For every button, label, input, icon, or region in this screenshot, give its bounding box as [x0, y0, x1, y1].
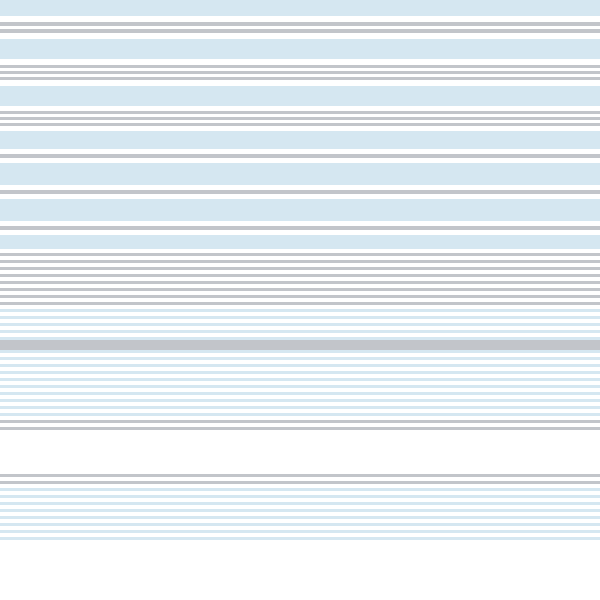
stripe — [0, 131, 600, 149]
stripe — [0, 430, 600, 474]
stripe — [0, 540, 600, 544]
stripe — [0, 39, 600, 59]
stripe — [0, 86, 600, 106]
stripe — [0, 340, 600, 350]
stripe — [0, 235, 600, 249]
stripe — [0, 163, 600, 185]
stripe — [0, 199, 600, 221]
stripe — [0, 0, 600, 16]
striped-pattern — [0, 0, 600, 600]
